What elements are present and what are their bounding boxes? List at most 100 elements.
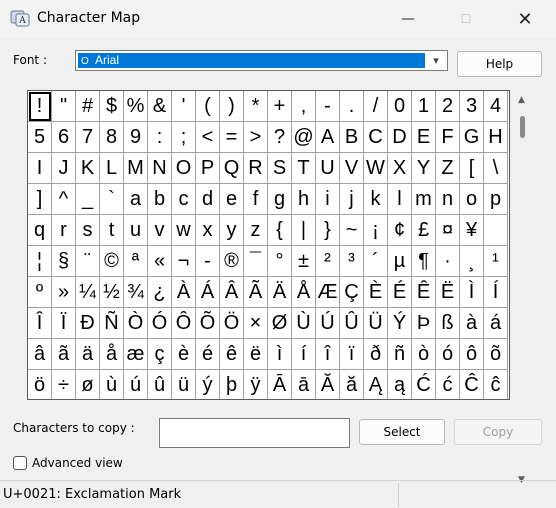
character-cell[interactable]: Á — [196, 277, 220, 308]
character-cell[interactable]: % — [124, 91, 148, 122]
character-cell[interactable]: ¬ — [172, 246, 196, 277]
character-cell[interactable]: ` — [100, 184, 124, 215]
character-cell[interactable]: ć — [436, 370, 460, 399]
character-cell[interactable]: Z — [436, 153, 460, 184]
character-cell[interactable]: â — [28, 339, 52, 370]
character-cell[interactable]: Ð — [76, 308, 100, 339]
scroll-thumb[interactable] — [520, 116, 525, 138]
character-cell[interactable]: 4 — [484, 91, 508, 122]
character-cell[interactable]: ® — [220, 246, 244, 277]
character-cell[interactable]: Ä — [268, 277, 292, 308]
character-cell[interactable]: · — [436, 246, 460, 277]
character-cell[interactable]: ½ — [100, 277, 124, 308]
advanced-view-toggle[interactable]: Advanced view — [13, 456, 123, 470]
character-cell[interactable]: Û — [340, 308, 364, 339]
character-cell[interactable]: Í — [484, 277, 508, 308]
character-cell[interactable]: ă — [340, 370, 364, 399]
character-cell[interactable]: ' — [172, 91, 196, 122]
character-cell[interactable]: ¤ — [436, 215, 460, 246]
help-button[interactable]: Help — [457, 51, 542, 77]
character-cell[interactable]: k — [364, 184, 388, 215]
character-cell[interactable]: 6 — [52, 122, 76, 153]
character-cell[interactable]: = — [220, 122, 244, 153]
character-cell[interactable]: ² — [316, 246, 340, 277]
character-cell[interactable]: c — [172, 184, 196, 215]
character-cell[interactable]: À — [172, 277, 196, 308]
character-cell[interactable]: ¦ — [28, 246, 52, 277]
character-cell[interactable]: ´ — [364, 246, 388, 277]
font-dropdown[interactable]: O Arial ▾ — [75, 50, 448, 71]
character-cell[interactable]: Ì — [460, 277, 484, 308]
character-cell[interactable]: Ã — [244, 277, 268, 308]
character-cell[interactable]: S — [268, 153, 292, 184]
character-cell[interactable]: ° — [268, 246, 292, 277]
character-cell[interactable]: ó — [436, 339, 460, 370]
character-cell[interactable]: V — [340, 153, 364, 184]
character-cell[interactable]: ą — [388, 370, 412, 399]
character-cell[interactable]: R — [244, 153, 268, 184]
character-cell[interactable]: Ë — [436, 277, 460, 308]
character-cell[interactable]: : — [148, 122, 172, 153]
character-cell[interactable]: s — [76, 215, 100, 246]
character-cell[interactable]: õ — [484, 339, 508, 370]
character-cell[interactable]: é — [196, 339, 220, 370]
character-cell[interactable]: ë — [244, 339, 268, 370]
character-cell[interactable]: Ü — [364, 308, 388, 339]
character-cell[interactable]: C — [364, 122, 388, 153]
character-cell[interactable]: W — [364, 153, 388, 184]
character-cell[interactable]: Q — [220, 153, 244, 184]
character-cell[interactable]: ö — [28, 370, 52, 399]
character-cell[interactable]: { — [268, 215, 292, 246]
character-cell[interactable]: e — [220, 184, 244, 215]
character-cell[interactable]: Î — [28, 308, 52, 339]
character-cell[interactable]: ¾ — [124, 277, 148, 308]
character-cell[interactable]: f — [244, 184, 268, 215]
character-cell[interactable]: 3 — [460, 91, 484, 122]
character-cell[interactable]: ý — [196, 370, 220, 399]
character-cell[interactable]: q — [28, 215, 52, 246]
character-cell[interactable]: Õ — [196, 308, 220, 339]
character-cell[interactable]: ā — [292, 370, 316, 399]
character-cell[interactable]: Ù — [292, 308, 316, 339]
chevron-down-icon[interactable]: ▾ — [429, 53, 443, 68]
character-cell[interactable]: ¯ — [244, 246, 268, 277]
character-cell[interactable]: Â — [220, 277, 244, 308]
character-cell[interactable]: Þ — [412, 308, 436, 339]
character-cell[interactable]: Å — [292, 277, 316, 308]
character-cell[interactable]: 1 — [412, 91, 436, 122]
character-cell[interactable]: 5 — [28, 122, 52, 153]
character-cell[interactable]: Ñ — [100, 308, 124, 339]
character-cell[interactable]: ¶ — [412, 246, 436, 277]
character-cell[interactable]: H — [484, 122, 508, 153]
character-cell[interactable]: ê — [220, 339, 244, 370]
character-cell[interactable]: Æ — [316, 277, 340, 308]
character-cell[interactable]: ç — [148, 339, 172, 370]
character-cell[interactable]: ª — [124, 246, 148, 277]
character-cell[interactable]: # — [76, 91, 100, 122]
character-cell[interactable]: ß — [436, 308, 460, 339]
character-cell[interactable]: ÿ — [244, 370, 268, 399]
character-cell[interactable]: | — [292, 215, 316, 246]
character-cell[interactable]: D — [388, 122, 412, 153]
character-cell[interactable]: * — [244, 91, 268, 122]
character-cell[interactable]: 8 — [100, 122, 124, 153]
character-cell[interactable]: ] — [28, 184, 52, 215]
character-cell[interactable]: J — [52, 153, 76, 184]
character-cell[interactable]: @ — [292, 122, 316, 153]
character-cell[interactable]: ô — [460, 339, 484, 370]
character-cell[interactable]: ³ — [340, 246, 364, 277]
grid-scrollbar[interactable]: ▲ ▼ — [510, 90, 533, 485]
character-cell[interactable]: a — [124, 184, 148, 215]
character-cell[interactable]: / — [364, 91, 388, 122]
character-cell[interactable]: , — [292, 91, 316, 122]
character-cell[interactable]: û — [148, 370, 172, 399]
character-cell[interactable]: ø — [76, 370, 100, 399]
character-cell[interactable]: ñ — [388, 339, 412, 370]
character-cell[interactable]: w — [172, 215, 196, 246]
character-cell[interactable] — [484, 215, 508, 246]
character-cell[interactable]: - — [316, 91, 340, 122]
character-cell[interactable]: Ò — [124, 308, 148, 339]
character-cell[interactable]: ± — [292, 246, 316, 277]
character-cell[interactable]: Ă — [316, 370, 340, 399]
character-cell[interactable]: o — [460, 184, 484, 215]
